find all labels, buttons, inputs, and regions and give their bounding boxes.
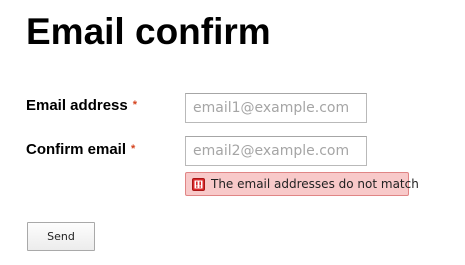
send-button[interactable]: Send bbox=[27, 222, 95, 251]
confirm-email-label: Confirm email * bbox=[26, 141, 135, 160]
required-marker: * bbox=[131, 143, 136, 155]
error-message: The email addresses do not match bbox=[211, 177, 419, 191]
email-confirm-form-page: Email confirm Email address * Confirm ema… bbox=[0, 0, 465, 265]
required-marker: * bbox=[132, 99, 137, 111]
confirm-email-input[interactable] bbox=[185, 136, 367, 166]
page-title: Email confirm bbox=[26, 11, 271, 52]
email-address-label: Email address * bbox=[26, 97, 137, 116]
email-address-input[interactable] bbox=[185, 93, 367, 123]
confirm-email-label-text: Confirm email bbox=[26, 141, 127, 158]
email-address-label-text: Email address bbox=[26, 97, 128, 114]
email-mismatch-error: The email addresses do not match bbox=[185, 172, 419, 196]
exclamation-icon bbox=[192, 177, 205, 191]
